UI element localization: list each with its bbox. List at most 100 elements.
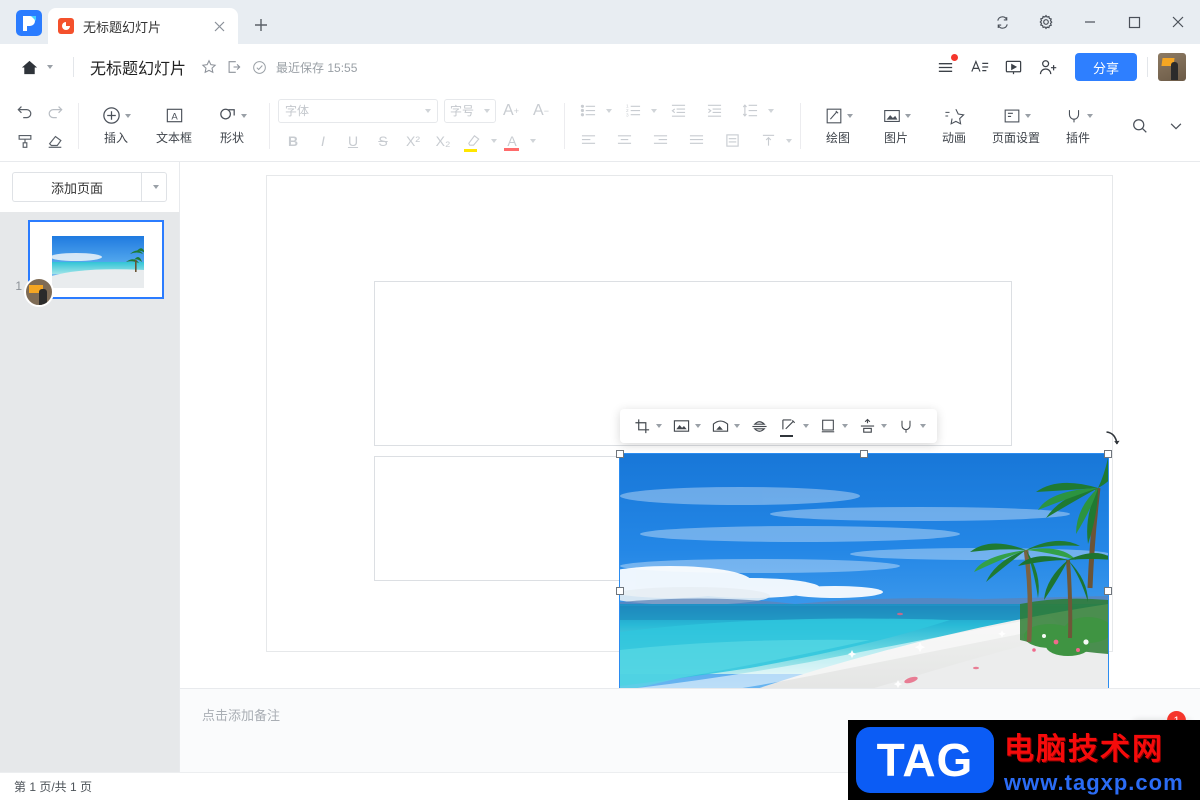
redo-icon[interactable] <box>40 98 70 124</box>
watermark-site-name: 电脑技术网 <box>1004 733 1164 766</box>
eraser-icon[interactable] <box>40 128 70 154</box>
replace-image-tool[interactable] <box>667 412 704 440</box>
close-icon[interactable] <box>1156 0 1200 44</box>
align-objects-tool[interactable] <box>853 412 890 440</box>
distribute-icon[interactable] <box>717 128 747 154</box>
chevron-down-icon <box>695 424 701 428</box>
plugin-button[interactable]: 插件 <box>1049 97 1107 155</box>
crop-icon <box>631 415 653 437</box>
rotate-icon[interactable] <box>1102 428 1124 450</box>
add-person-icon[interactable] <box>1031 50 1065 84</box>
bold-button[interactable]: B <box>278 128 308 154</box>
chevron-down-icon <box>881 424 887 428</box>
subscript-button[interactable]: X₂ <box>428 128 458 154</box>
shape-label: 形状 <box>219 131 244 145</box>
resize-handle-n[interactable] <box>860 450 868 458</box>
page-title[interactable]: 无标题幻灯片 <box>90 55 186 79</box>
line-spacing-icon[interactable] <box>735 98 765 124</box>
vertical-align-icon[interactable] <box>753 128 783 154</box>
star-icon[interactable] <box>198 56 220 78</box>
sync-icon[interactable] <box>980 0 1024 44</box>
tab-bar: 无标题幻灯片 <box>0 0 1200 44</box>
superscript-button[interactable]: X² <box>398 128 428 154</box>
resize-handle-ne[interactable] <box>1104 450 1112 458</box>
chevron-down-icon <box>530 138 536 143</box>
strikethrough-button[interactable]: S <box>368 128 398 154</box>
paragraph-group: 1 2 3 <box>573 94 792 158</box>
window-controls <box>980 0 1200 44</box>
underline-button[interactable]: U <box>338 128 368 154</box>
share-arrow-icon[interactable] <box>223 56 245 78</box>
textbox-button[interactable]: A 文本框 <box>145 97 203 155</box>
share-button[interactable]: 分享 <box>1074 53 1137 81</box>
chevron-down-icon <box>1086 113 1093 118</box>
bulleted-list-icon[interactable] <box>573 98 603 124</box>
format-painter-icon[interactable] <box>10 128 40 154</box>
divider <box>564 102 565 149</box>
decrease-indent-icon[interactable] <box>663 98 693 124</box>
chevron-down-icon <box>846 113 853 118</box>
flip-tool[interactable] <box>745 412 773 440</box>
font-family-select[interactable]: 字体 <box>278 98 438 123</box>
highlighter-icon[interactable] <box>458 128 488 154</box>
chevron-down-icon <box>656 424 662 428</box>
image-icon <box>670 415 692 437</box>
font-size-select[interactable]: 字号 <box>444 98 496 123</box>
minimize-icon[interactable] <box>1068 0 1112 44</box>
font-color-icon[interactable]: A <box>497 128 527 154</box>
plugin-tool[interactable] <box>892 412 929 440</box>
font-group: 字体 字号 A + A − B I U S X² X₂ A <box>278 94 556 158</box>
undo-icon[interactable] <box>10 98 40 124</box>
chevron-down-icon <box>606 108 612 113</box>
text-format-icon[interactable] <box>963 50 997 84</box>
numbered-list-icon[interactable]: 1 2 3 <box>618 98 648 124</box>
increase-indent-icon[interactable] <box>699 98 729 124</box>
animation-label: 动画 <box>941 130 966 145</box>
draw-button[interactable]: 绘图 <box>809 97 867 155</box>
document-title-bar: 无标题幻灯片 最近保存 15:55 分享 <box>0 44 1200 90</box>
maximize-icon[interactable] <box>1112 0 1156 44</box>
beach-illustration-thumb <box>50 236 145 288</box>
frame-tool[interactable] <box>814 412 851 440</box>
shape-button[interactable]: 形状 <box>203 97 261 155</box>
italic-button[interactable]: I <box>308 128 338 154</box>
wps-logo <box>16 10 42 36</box>
add-page-dropdown[interactable] <box>141 172 167 202</box>
hamburger-menu-icon[interactable] <box>929 50 963 84</box>
shrink-font-button[interactable]: A − <box>526 98 556 124</box>
slide-canvas[interactable] <box>180 162 1200 688</box>
home-button[interactable] <box>16 54 57 81</box>
editor-area: 点击添加备注 <box>180 162 1200 772</box>
crop-tool[interactable] <box>628 412 665 440</box>
watermark-text: 电脑技术网 www.tagxp.com <box>1004 724 1184 796</box>
slideshow-icon[interactable] <box>997 50 1031 84</box>
align-center-icon[interactable] <box>609 128 639 154</box>
edit-image-tool[interactable] <box>775 412 812 440</box>
add-page-button[interactable]: 添加页面 <box>12 172 141 202</box>
new-tab-button[interactable] <box>246 10 276 40</box>
font-size-value: 字号 <box>450 104 475 118</box>
collapse-ribbon-icon[interactable] <box>1158 108 1194 144</box>
svg-text:3: 3 <box>626 113 629 118</box>
avatar[interactable] <box>1158 53 1186 81</box>
selected-image[interactable] <box>616 431 1120 688</box>
gear-icon[interactable] <box>1024 0 1068 44</box>
insert-button[interactable]: 插入 <box>87 97 145 155</box>
close-icon[interactable] <box>210 17 228 35</box>
align-left-icon[interactable] <box>573 128 603 154</box>
list-item[interactable]: 1 <box>0 220 179 307</box>
search-icon[interactable] <box>1122 108 1158 144</box>
align-right-icon[interactable] <box>645 128 675 154</box>
grow-font-button[interactable]: A + <box>496 98 526 124</box>
slide-thumbnail[interactable] <box>24 220 164 307</box>
tools-group: 绘图 图片 动画 页面设置 插件 <box>809 94 1107 158</box>
image-effects-tool[interactable] <box>706 412 743 440</box>
animation-button[interactable]: 动画 <box>925 97 983 155</box>
resize-handle-w[interactable] <box>616 587 624 595</box>
page-setup-button[interactable]: 页面设置 <box>983 97 1049 155</box>
picture-button[interactable]: 图片 <box>867 97 925 155</box>
resize-handle-nw[interactable] <box>616 450 624 458</box>
document-tab[interactable]: 无标题幻灯片 <box>48 8 238 44</box>
align-justify-icon[interactable] <box>681 128 711 154</box>
resize-handle-e[interactable] <box>1104 587 1112 595</box>
